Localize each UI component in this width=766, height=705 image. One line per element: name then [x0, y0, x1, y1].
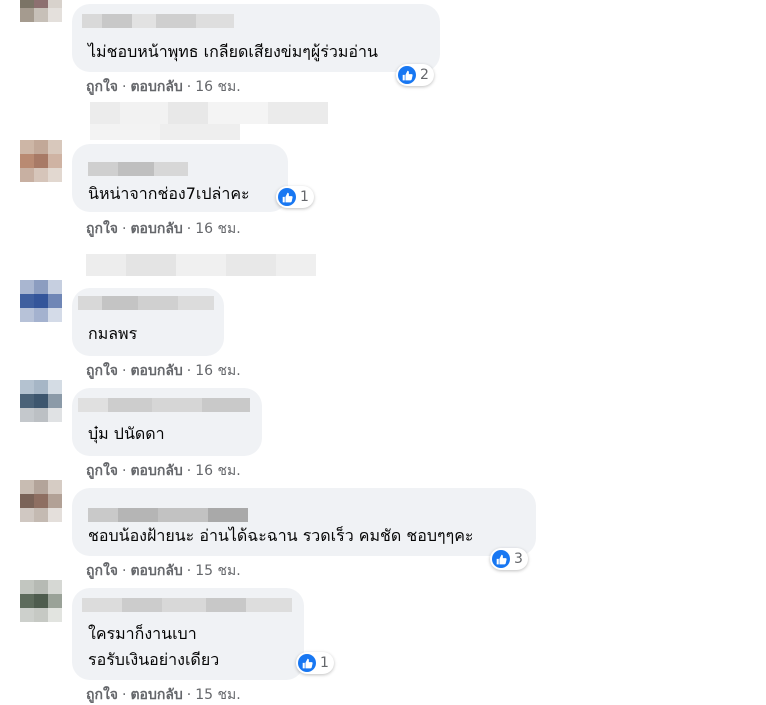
comment-bubble: ใครมาก็งานเบา รอรับเงินอย่างเดียว [72, 588, 304, 680]
like-link[interactable]: ถูกใจ [86, 462, 118, 480]
separator: · [122, 463, 127, 479]
blurred-reply-preview [90, 102, 328, 124]
blurred-author-name [78, 296, 214, 310]
separator: · [186, 463, 192, 479]
comment-timestamp[interactable]: 16 ชม. [195, 78, 240, 96]
separator: · [122, 79, 127, 95]
thumbs-up-icon [492, 550, 510, 568]
comment-text: ใครมาก็งานเบา [88, 624, 197, 643]
separator: · [122, 687, 127, 703]
comment-text: นิหน่าจากช่อง7เปล่าคะ [88, 184, 250, 203]
thumbs-up-icon [298, 654, 316, 672]
comment-timestamp[interactable]: 16 ชม. [195, 462, 240, 480]
separator: · [186, 79, 192, 95]
comment-timestamp[interactable]: 15 ชม. [195, 686, 240, 704]
reaction-count: 2 [420, 67, 429, 83]
comment-actions: ถูกใจ · ตอบกลับ · 15 ชม. [86, 562, 241, 580]
reply-link[interactable]: ตอบกลับ [130, 462, 182, 480]
reaction-badge[interactable]: 2 [396, 64, 434, 86]
reaction-count: 3 [514, 551, 523, 567]
like-link[interactable]: ถูกใจ [86, 562, 118, 580]
reply-link[interactable]: ตอบกลับ [130, 686, 182, 704]
comment-bubble: กมลพร [72, 288, 224, 356]
reaction-badge[interactable]: 3 [490, 548, 528, 570]
comment-bubble: ชอบน้องฝ้ายนะ อ่านได้ฉะฉาน รวดเร็ว คมชัด… [72, 488, 536, 556]
blurred-author-name [88, 508, 248, 522]
blurred-author-name [78, 398, 250, 412]
comment-actions: ถูกใจ · ตอบกลับ · 16 ชม. [86, 78, 241, 96]
thumbs-up-icon [278, 188, 296, 206]
reply-link[interactable]: ตอบกลับ [130, 220, 182, 238]
avatar[interactable] [20, 480, 62, 522]
separator: · [122, 363, 127, 379]
avatar[interactable] [20, 280, 62, 322]
separator: · [186, 221, 192, 237]
reply-link[interactable]: ตอบกลับ [130, 78, 182, 96]
comment-timestamp[interactable]: 16 ชม. [195, 362, 240, 380]
comment-text: ไม่ชอบหน้าพุทธ เกลียดเสียงข่มๆผู้ร่วมอ่า… [88, 42, 378, 61]
reply-link[interactable]: ตอบกลับ [130, 562, 182, 580]
reply-link[interactable]: ตอบกลับ [130, 362, 182, 380]
comment-actions: ถูกใจ · ตอบกลับ · 16 ชม. [86, 462, 241, 480]
reaction-count: 1 [300, 189, 309, 205]
comment-text: บุ๋ม ปนัดดา [88, 424, 165, 443]
comment-bubble: นิหน่าจากช่อง7เปล่าคะ [72, 144, 288, 212]
separator: · [186, 687, 192, 703]
avatar[interactable] [20, 380, 62, 422]
comment-timestamp[interactable]: 15 ชม. [195, 562, 240, 580]
comment-bubble: ไม่ชอบหน้าพุทธ เกลียดเสียงข่มๆผู้ร่วมอ่า… [72, 4, 440, 72]
comment-actions: ถูกใจ · ตอบกลับ · 16 ชม. [86, 220, 241, 238]
blurred-author-name [88, 162, 188, 176]
reaction-badge[interactable]: 1 [276, 186, 314, 208]
comment-text: ชอบน้องฝ้ายนะ อ่านได้ฉะฉาน รวดเร็ว คมชัด… [88, 526, 474, 545]
blurred-reply-preview [90, 124, 240, 140]
thumbs-up-icon [398, 66, 416, 84]
like-link[interactable]: ถูกใจ [86, 220, 118, 238]
blurred-author-name [82, 14, 234, 28]
comment-text: กมลพร [88, 324, 138, 343]
comment-actions: ถูกใจ · ตอบกลับ · 16 ชม. [86, 362, 241, 380]
comment-bubble: บุ๋ม ปนัดดา [72, 388, 262, 456]
reaction-badge[interactable]: 1 [296, 652, 334, 674]
like-link[interactable]: ถูกใจ [86, 362, 118, 380]
comment-text: รอรับเงินอย่างเดียว [88, 650, 220, 669]
avatar[interactable] [20, 0, 62, 22]
separator: · [122, 221, 127, 237]
like-link[interactable]: ถูกใจ [86, 686, 118, 704]
comment-timestamp[interactable]: 16 ชม. [195, 220, 240, 238]
separator: · [122, 563, 127, 579]
reaction-count: 1 [320, 655, 329, 671]
avatar[interactable] [20, 580, 62, 622]
comment-actions: ถูกใจ · ตอบกลับ · 15 ชม. [86, 686, 241, 704]
separator: · [186, 363, 192, 379]
avatar[interactable] [20, 140, 62, 182]
blurred-author-name [82, 598, 292, 612]
like-link[interactable]: ถูกใจ [86, 78, 118, 96]
blurred-reply-preview [86, 254, 316, 276]
separator: · [186, 563, 192, 579]
